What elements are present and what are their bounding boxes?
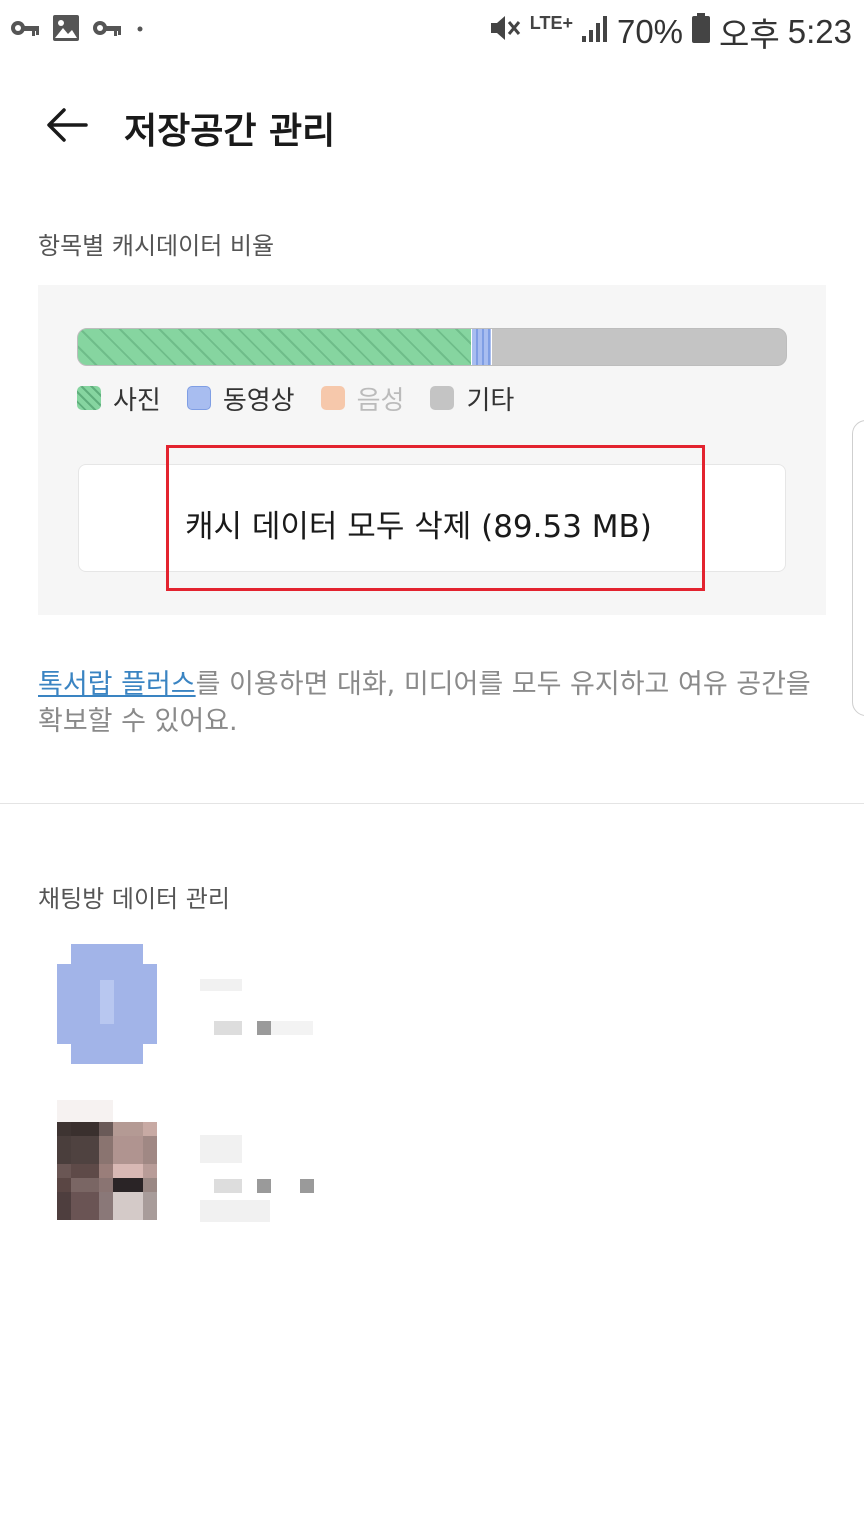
legend-item-audio: 음성: [320, 380, 405, 417]
legend-item-other: 기타: [430, 380, 514, 417]
talk-drawer-description: 톡서랍 플러스를 이용하면 대화, 미디어를 모두 유지하고 여유 공간을 확보…: [38, 666, 828, 740]
page-title: 저장공간 관리: [124, 111, 336, 152]
battery-icon: [691, 12, 711, 52]
ratio-segment-photo: [78, 329, 471, 365]
blurred-chat-meta-2: [300, 1179, 314, 1193]
key-icon: [10, 17, 40, 43]
avatar: [57, 1100, 157, 1220]
edge-panel-handle[interactable]: [852, 420, 864, 716]
blurred-chat-size: [214, 1021, 242, 1035]
talk-drawer-plus-link[interactable]: 톡서랍 플러스: [38, 669, 196, 700]
cache-ratio-bar: [77, 328, 787, 366]
legend-swatch-photo: [77, 386, 101, 410]
legend-label-audio: 음성: [356, 385, 405, 416]
blurred-chat-extra: [200, 1200, 270, 1222]
blurred-chat-meta-tail: [271, 1021, 313, 1035]
battery-percent: 70%: [616, 13, 684, 50]
highlight-box: [166, 445, 705, 591]
blurred-chat-size: [214, 1179, 242, 1193]
chatroom-data-label: 채팅방 데이터 관리: [38, 885, 230, 913]
arrow-left-icon: [47, 108, 88, 142]
signal-icon: [581, 13, 609, 52]
legend-item-video: 동영상: [186, 380, 295, 417]
key-icon: [92, 17, 122, 43]
legend-label-other: 기타: [466, 385, 515, 416]
legend-item-photo: 사진: [77, 380, 161, 417]
legend-label-photo: 사진: [113, 385, 161, 416]
status-bar: LTE+ 70% 오후 5:23: [0, 0, 864, 60]
legend-swatch-audio: [320, 386, 345, 410]
ratio-segment-video: [471, 329, 492, 365]
blurred-chat-name: [200, 1135, 242, 1163]
status-bar-left: [10, 14, 146, 46]
blurred-chat-meta: [257, 1179, 271, 1193]
chatroom-item[interactable]: [57, 1100, 837, 1222]
app-header: 저장공간 관리: [0, 80, 864, 170]
blurred-chat-name: [200, 979, 242, 991]
mute-icon: [488, 12, 522, 52]
legend-label-video: 동영상: [222, 385, 295, 416]
ratio-legend: 사진 동영상 음성 기타: [77, 380, 540, 417]
blurred-chat-meta: [257, 1021, 271, 1035]
legend-swatch-video: [186, 386, 211, 410]
network-type: LTE+: [529, 12, 573, 33]
cache-ratio-label: 항목별 캐시데이터 비율: [38, 232, 275, 260]
time-ampm: 오후: [719, 16, 780, 53]
legend-swatch-other: [430, 386, 455, 410]
section-divider: [0, 803, 864, 804]
time: 5:23: [787, 13, 852, 50]
dot-icon: [134, 17, 146, 43]
chatroom-item[interactable]: [57, 944, 837, 1064]
avatar: [57, 944, 157, 1064]
status-bar-right: LTE+ 70% 오후 5:23: [488, 8, 852, 56]
lte-icon: LTE+: [530, 13, 573, 52]
back-button[interactable]: [42, 100, 92, 150]
image-icon: [52, 14, 80, 46]
